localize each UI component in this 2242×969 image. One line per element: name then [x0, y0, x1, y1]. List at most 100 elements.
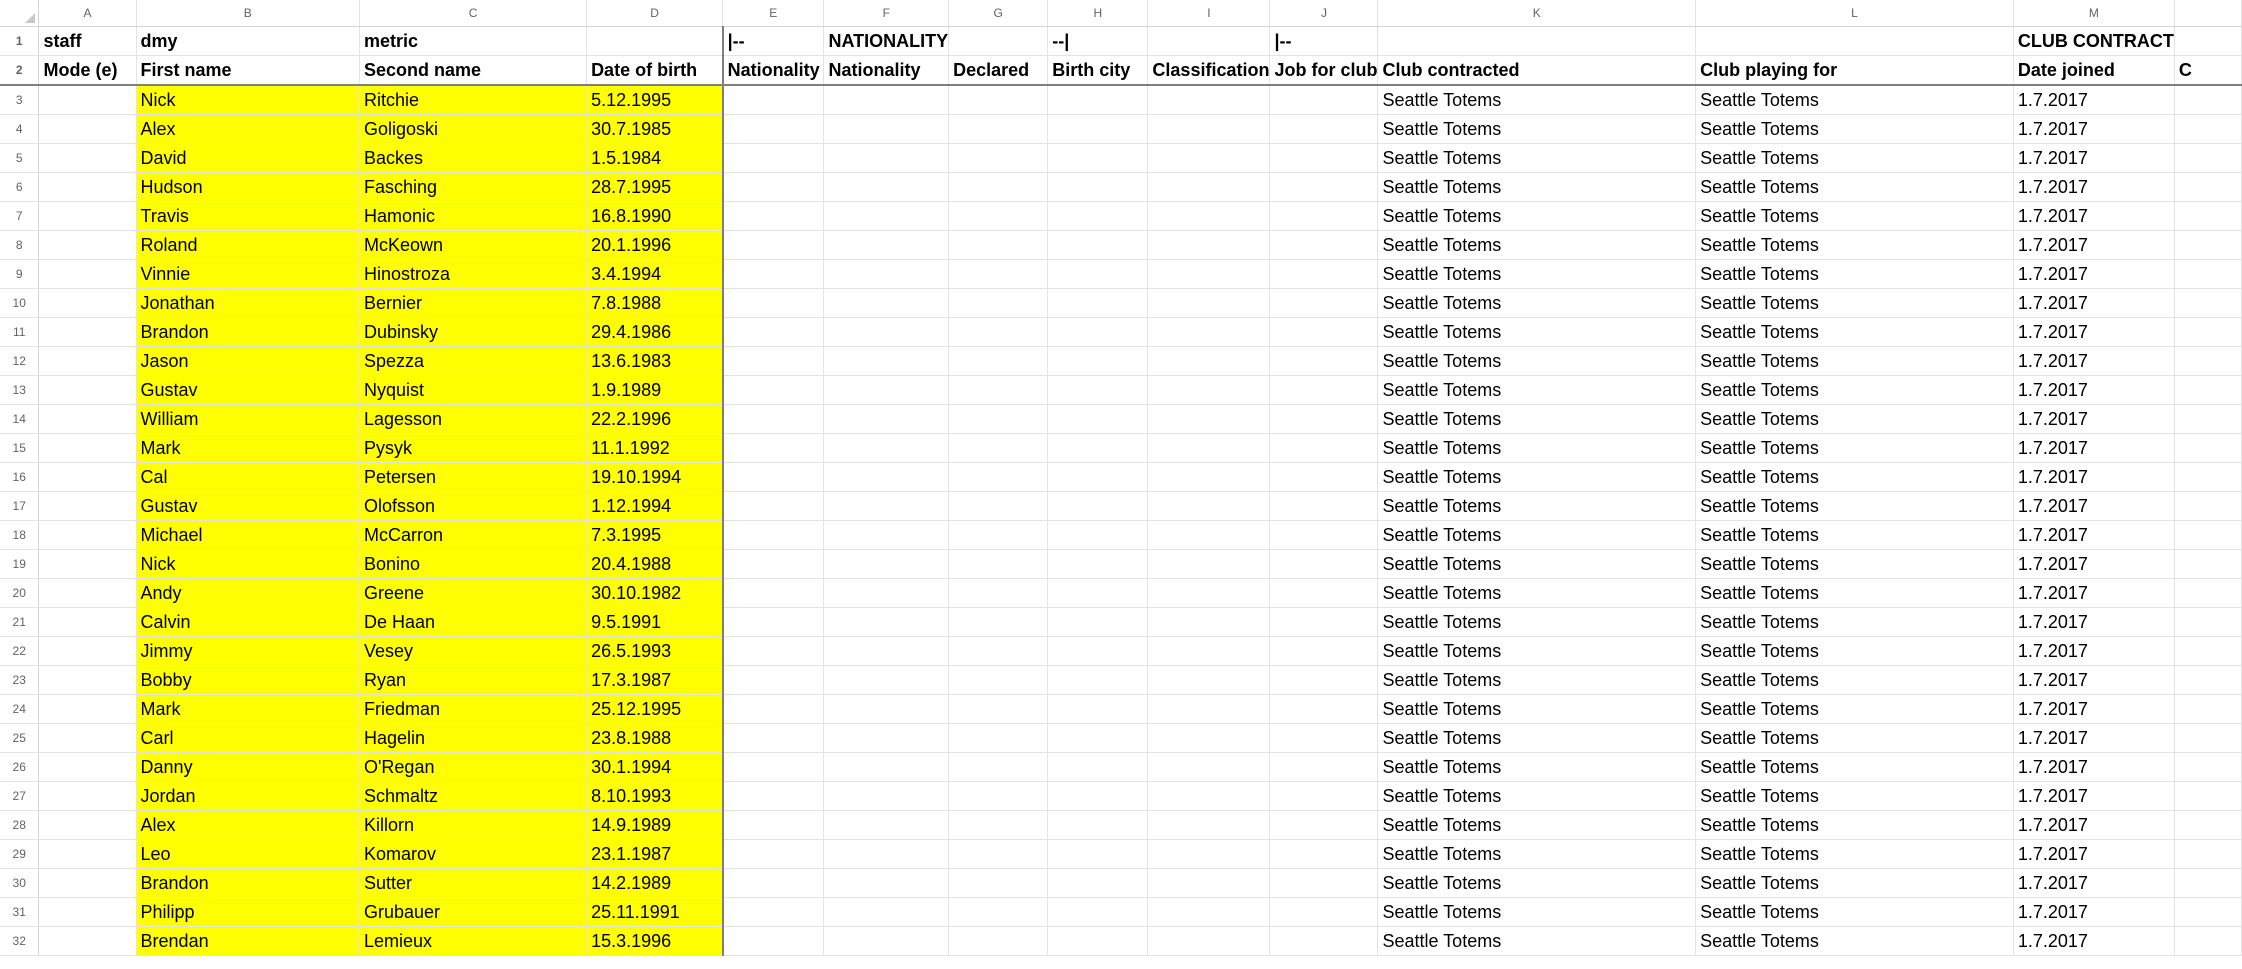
- cell[interactable]: [38, 172, 137, 202]
- date-of-birth-cell[interactable]: 1.9.1989: [586, 375, 724, 405]
- cell[interactable]: [722, 375, 825, 405]
- second-name-cell[interactable]: Hagelin: [359, 723, 588, 753]
- cell[interactable]: [1047, 85, 1149, 115]
- cell[interactable]: [1147, 723, 1271, 753]
- cell[interactable]: [722, 491, 825, 521]
- cell[interactable]: [1147, 578, 1271, 608]
- cell[interactable]: [2174, 85, 2242, 115]
- cell[interactable]: [38, 346, 137, 376]
- cell[interactable]: [823, 143, 950, 173]
- cell[interactable]: [38, 868, 137, 898]
- cell[interactable]: Classification: [1147, 55, 1271, 86]
- second-name-cell[interactable]: O'Regan: [359, 752, 588, 782]
- date-joined-cell[interactable]: 1.7.2017: [2013, 723, 2175, 753]
- cell[interactable]: [948, 375, 1049, 405]
- cell[interactable]: [1047, 491, 1149, 521]
- cell[interactable]: [38, 665, 137, 695]
- date-of-birth-cell[interactable]: 30.7.1985: [586, 114, 724, 144]
- club-contracted-cell[interactable]: Seattle Totems: [1377, 578, 1697, 608]
- row-number[interactable]: 28: [0, 810, 40, 840]
- cell[interactable]: [1269, 549, 1379, 579]
- club-contracted-cell[interactable]: Seattle Totems: [1377, 462, 1697, 492]
- first-name-cell[interactable]: Carl: [136, 723, 360, 753]
- column-header-b[interactable]: B: [136, 0, 360, 27]
- cell[interactable]: [38, 752, 137, 782]
- date-joined-cell[interactable]: 1.7.2017: [2013, 375, 2175, 405]
- club-playing-for-cell[interactable]: Seattle Totems: [1695, 404, 2014, 434]
- date-joined-cell[interactable]: 1.7.2017: [2013, 85, 2175, 115]
- date-joined-cell[interactable]: 1.7.2017: [2013, 694, 2175, 724]
- cell[interactable]: [1147, 810, 1271, 840]
- club-playing-for-cell[interactable]: Seattle Totems: [1695, 230, 2014, 260]
- cell[interactable]: [948, 752, 1049, 782]
- second-name-cell[interactable]: De Haan: [359, 607, 588, 637]
- second-name-cell[interactable]: Hinostroza: [359, 259, 588, 289]
- club-playing-for-cell[interactable]: Seattle Totems: [1695, 143, 2014, 173]
- column-header-k[interactable]: K: [1377, 0, 1697, 27]
- cell[interactable]: |--: [722, 26, 825, 56]
- cell[interactable]: [948, 868, 1049, 898]
- second-name-cell[interactable]: McKeown: [359, 230, 588, 260]
- cell[interactable]: [1047, 433, 1149, 463]
- cell[interactable]: [948, 85, 1049, 115]
- cell[interactable]: [1269, 752, 1379, 782]
- cell[interactable]: [2174, 491, 2242, 521]
- cell[interactable]: [38, 85, 137, 115]
- row-number[interactable]: 32: [0, 926, 40, 956]
- cell[interactable]: [1147, 520, 1271, 550]
- club-contracted-cell[interactable]: Seattle Totems: [1377, 694, 1697, 724]
- column-header-g[interactable]: G: [948, 0, 1049, 27]
- cell[interactable]: [38, 549, 137, 579]
- row-number[interactable]: 1: [0, 26, 40, 56]
- cell[interactable]: [2174, 752, 2242, 782]
- second-name-cell[interactable]: Ryan: [359, 665, 588, 695]
- cell[interactable]: [2174, 433, 2242, 463]
- cell[interactable]: [1147, 375, 1271, 405]
- cell[interactable]: [2174, 259, 2242, 289]
- first-name-cell[interactable]: Nick: [136, 85, 360, 115]
- club-playing-for-cell[interactable]: Seattle Totems: [1695, 781, 2014, 811]
- cell[interactable]: [38, 839, 137, 869]
- club-playing-for-cell[interactable]: Seattle Totems: [1695, 346, 2014, 376]
- cell[interactable]: [38, 259, 137, 289]
- cell[interactable]: [948, 781, 1049, 811]
- club-contracted-cell[interactable]: Seattle Totems: [1377, 810, 1697, 840]
- date-of-birth-cell[interactable]: 7.3.1995: [586, 520, 724, 550]
- first-name-cell[interactable]: Jason: [136, 346, 360, 376]
- cell[interactable]: [1047, 259, 1149, 289]
- cell[interactable]: [1269, 926, 1379, 956]
- first-name-cell[interactable]: Leo: [136, 839, 360, 869]
- club-playing-for-cell[interactable]: Seattle Totems: [1695, 636, 2014, 666]
- cell[interactable]: [1269, 346, 1379, 376]
- club-contracted-cell[interactable]: Seattle Totems: [1377, 404, 1697, 434]
- second-name-cell[interactable]: Friedman: [359, 694, 588, 724]
- cell[interactable]: [1047, 143, 1149, 173]
- club-playing-for-cell[interactable]: Seattle Totems: [1695, 839, 2014, 869]
- cell[interactable]: [1147, 694, 1271, 724]
- cell[interactable]: [1269, 868, 1379, 898]
- cell[interactable]: Club contracted: [1377, 55, 1697, 86]
- first-name-cell[interactable]: Gustav: [136, 375, 360, 405]
- cell[interactable]: [38, 926, 137, 956]
- second-name-cell[interactable]: Backes: [359, 143, 588, 173]
- cell[interactable]: [948, 636, 1049, 666]
- club-playing-for-cell[interactable]: Seattle Totems: [1695, 897, 2014, 927]
- date-of-birth-cell[interactable]: 15.3.1996: [586, 926, 724, 956]
- row-number[interactable]: 26: [0, 752, 40, 782]
- date-of-birth-cell[interactable]: 26.5.1993: [586, 636, 724, 666]
- club-playing-for-cell[interactable]: Seattle Totems: [1695, 259, 2014, 289]
- cell[interactable]: Nationality: [823, 55, 950, 86]
- cell[interactable]: [823, 491, 950, 521]
- first-name-cell[interactable]: Jordan: [136, 781, 360, 811]
- cell[interactable]: [2174, 26, 2242, 56]
- first-name-cell[interactable]: Jimmy: [136, 636, 360, 666]
- cell[interactable]: [823, 665, 950, 695]
- cell[interactable]: [948, 520, 1049, 550]
- club-contracted-cell[interactable]: Seattle Totems: [1377, 259, 1697, 289]
- club-contracted-cell[interactable]: Seattle Totems: [1377, 346, 1697, 376]
- cell[interactable]: [722, 433, 825, 463]
- cell[interactable]: Job for club: [1269, 55, 1379, 86]
- cell[interactable]: [1147, 143, 1271, 173]
- column-header-e[interactable]: E: [722, 0, 825, 27]
- first-name-cell[interactable]: Calvin: [136, 607, 360, 637]
